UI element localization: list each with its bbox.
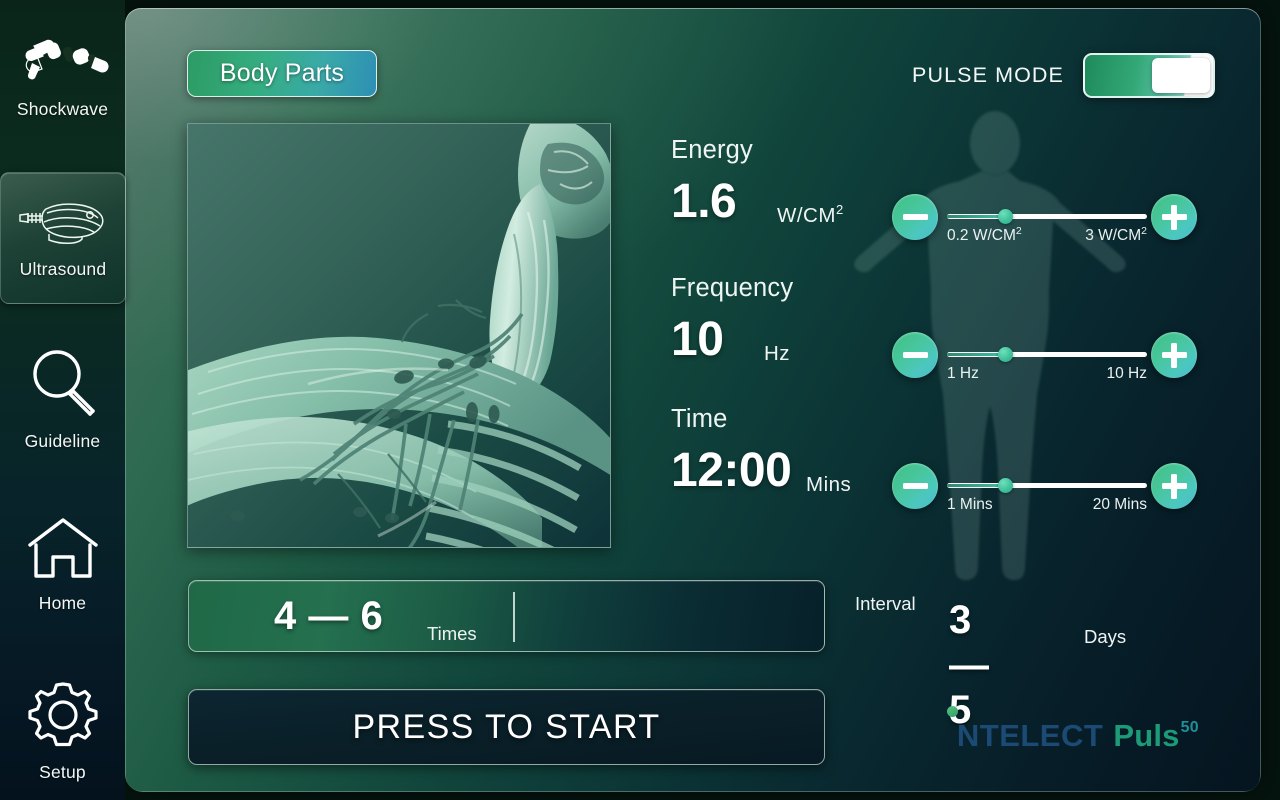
parameter-value: 1.6 (671, 175, 737, 228)
slider-max-label: 3 W/CM2 (1085, 225, 1147, 245)
slider-min-label: 1 Mins (947, 494, 993, 514)
slider-max-sup: 2 (1141, 225, 1147, 237)
frequency-minus-button[interactable] (892, 332, 938, 378)
sidebar-item-label: Ultrasound (19, 258, 107, 279)
parameter-unit-text: W/CM (777, 203, 836, 227)
parameter-frequency: Frequency 10 Hz 1 Hz 10 Hz (125, 264, 1261, 384)
parameter-unit-text: Mins (806, 472, 852, 496)
slider-fill (947, 484, 1005, 487)
sidebar-item-setup[interactable]: Setup (0, 672, 125, 790)
parameter-unit: W/CM2 (777, 202, 844, 228)
slider-knob[interactable] (997, 478, 1013, 493)
press-to-start-button[interactable]: PRESS TO START (188, 689, 825, 765)
slider-min-text: 1 Mins (947, 496, 993, 514)
sidebar-item-ultrasound[interactable]: Ultrasound (0, 172, 126, 304)
protocol-summary-bar[interactable]: 4 — 6 Times Interval 3 — 5 Days (188, 580, 1126, 732)
parameter-value: 10 (671, 313, 724, 366)
energy-slider[interactable]: 0.2 W/CM2 3 W/CM2 (947, 209, 1147, 244)
sessions-unit: Times (427, 623, 477, 644)
energy-plus-button[interactable] (1151, 194, 1197, 240)
frequency-slider[interactable]: 1 Hz 10 Hz (947, 347, 1147, 382)
interval-label: Interval (854, 593, 916, 614)
slider-knob[interactable] (997, 347, 1013, 362)
pulse-mode-control: PULSE MODE (912, 53, 1215, 98)
main-panel: Body Parts PULSE MODE Energy 1.6 W/CM2 0… (125, 8, 1261, 792)
toggle-knob (1152, 58, 1210, 93)
time-slider[interactable]: 1 Mins 20 Mins (947, 478, 1147, 513)
ultrasound-handpiece-icon (16, 197, 110, 252)
interval-unit: Days (1083, 626, 1127, 647)
time-minus-button[interactable] (892, 463, 938, 509)
protocol-interval: Interval 3 — 5 Days (512, 581, 1126, 732)
logo-product: Puls (1113, 718, 1180, 753)
sidebar-item-shockwave[interactable]: Shockwave (0, 22, 125, 132)
sessions-range: 4 — 6 (274, 594, 384, 638)
house-icon (25, 515, 101, 586)
slider-max-text: 3 W/CM (1085, 227, 1142, 245)
slider-min-text: 0.2 W/CM (947, 227, 1016, 245)
sidebar-item-label: Home (38, 592, 87, 613)
slider-max-label: 10 Hz (1107, 363, 1148, 383)
sidebar-item-label: Guideline (24, 430, 101, 451)
tab-body-parts[interactable]: Body Parts (187, 50, 377, 97)
slider-max-text: 10 Hz (1106, 365, 1148, 383)
plus-icon-v (1171, 204, 1177, 230)
tab-body-parts-label: Body Parts (219, 59, 345, 87)
sidebar: Shockwave Ultrasound Guideline Home Setu… (0, 0, 126, 800)
slider-fill (947, 215, 1005, 218)
press-to-start-label: PRESS TO START (352, 707, 661, 746)
logo-brand-text: NTELECT (956, 718, 1104, 753)
slider-min-label: 1 Hz (947, 363, 979, 383)
sidebar-item-label: Setup (39, 761, 86, 782)
energy-minus-button[interactable] (892, 194, 938, 240)
parameter-unit: Hz (764, 340, 790, 366)
parameter-value: 12:00 (671, 444, 792, 497)
pulse-mode-label: PULSE MODE (912, 63, 1064, 87)
parameter-unit-sup: 2 (835, 202, 844, 217)
parameter-label: Time (671, 405, 728, 433)
slider-min-text: 1 Hz (947, 365, 979, 383)
slider-knob[interactable] (997, 209, 1013, 224)
logo-model: 50 (1180, 719, 1199, 736)
parameter-time: Time 12:00 Mins 1 Mins 20 Mins (125, 395, 1261, 515)
parameter-unit: Mins (806, 471, 851, 497)
magnifier-icon (26, 347, 100, 424)
logo-brand: NTELECT (946, 706, 1104, 754)
parameter-energy: Energy 1.6 W/CM2 0.2 W/CM2 3 W/CM2 (125, 126, 1261, 246)
minus-icon (902, 352, 928, 358)
frequency-plus-button[interactable] (1151, 332, 1197, 378)
parameter-unit-text: Hz (764, 341, 791, 365)
slider-min-sup: 2 (1015, 225, 1022, 237)
minus-icon (902, 214, 928, 220)
slider-max-text: 20 Mins (1092, 496, 1147, 514)
plus-icon-v (1171, 473, 1177, 499)
plus-icon-v (1171, 342, 1177, 368)
shockwave-handpiece-icon (17, 35, 109, 92)
slider-fill (947, 353, 1005, 356)
parameter-label: Energy (671, 136, 753, 164)
product-logo: NTELECT Puls 50 (946, 706, 1199, 754)
slider-min-label: 0.2 W/CM2 (947, 225, 1022, 245)
sidebar-item-home[interactable]: Home (0, 505, 125, 623)
gear-icon (27, 680, 99, 755)
sidebar-item-guideline[interactable]: Guideline (0, 340, 125, 458)
sidebar-item-label: Shockwave (16, 98, 109, 119)
pulse-mode-toggle[interactable] (1083, 53, 1215, 98)
slider-max-label: 20 Mins (1093, 494, 1147, 514)
minus-icon (902, 483, 928, 489)
parameter-label: Frequency (671, 274, 794, 302)
protocol-sessions: 4 — 6 Times (189, 581, 512, 651)
time-plus-button[interactable] (1151, 463, 1197, 509)
